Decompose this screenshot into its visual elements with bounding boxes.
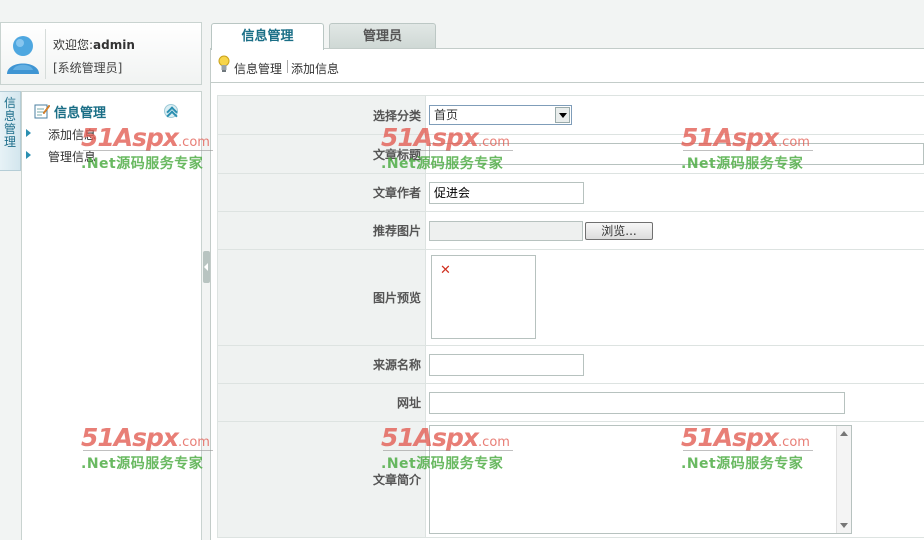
summary-textarea[interactable] (429, 425, 852, 534)
scroll-down-icon[interactable] (840, 523, 848, 528)
user-panel: 欢迎您:admin [系统管理员] (0, 22, 202, 85)
arrow-right-icon (26, 129, 31, 137)
user-role: [系统管理员] (53, 61, 123, 75)
side-tab-info-management[interactable]: 信息管理 (0, 91, 21, 171)
arrow-right-icon (26, 151, 31, 159)
preview-label: 图片预览 (217, 249, 426, 346)
side-tab-label: 信息管理 (4, 96, 17, 149)
user-avatar-icon (7, 36, 39, 74)
collapse-sidebar-handle[interactable] (203, 251, 210, 283)
url-label: 网址 (217, 383, 426, 422)
category-label: 选择分类 (217, 95, 426, 135)
category-select[interactable]: 首页 (429, 105, 572, 125)
tab-info-management[interactable]: 信息管理 (211, 23, 324, 50)
image-file-field[interactable] (429, 220, 583, 241)
tab-administrators[interactable]: 管理员 (329, 23, 436, 49)
info-form: 选择分类 首页 文章标题 文章作者 促进会 推荐图片 浏览... 图片预览 ✕ … (217, 95, 924, 538)
toolbar-link-add-info[interactable]: 添加信息 (291, 60, 339, 77)
summary-scrollbar[interactable] (836, 426, 851, 533)
title-label: 文章标题 (217, 134, 426, 174)
menu-title: 信息管理 (54, 106, 107, 121)
source-input[interactable] (429, 353, 584, 376)
welcome-prefix: 欢迎您: (53, 38, 94, 52)
toolbar-separator (287, 60, 288, 73)
form-row-title: 文章标题 (217, 134, 924, 174)
user-divider (45, 29, 46, 79)
main-content: 选择分类 首页 文章标题 文章作者 促进会 推荐图片 浏览... 图片预览 ✕ … (210, 83, 924, 540)
broken-image-icon: ✕ (440, 263, 451, 278)
edit-document-icon (34, 104, 50, 119)
menu-header: 信息管理 (32, 101, 182, 121)
author-label: 文章作者 (217, 173, 426, 212)
image-label: 推荐图片 (217, 211, 426, 250)
source-label: 来源名称 (217, 345, 426, 384)
scroll-up-icon[interactable] (840, 431, 848, 436)
toolbar: 信息管理 添加信息 (210, 48, 924, 83)
lightbulb-icon (218, 55, 230, 72)
panel-splitter (203, 91, 210, 540)
app-root: 欢迎您:admin [系统管理员] 信息管理 管理员 信息管理 添加信息 信息管… (0, 0, 924, 540)
welcome-text: 欢迎您:admin (53, 36, 135, 53)
form-row-author: 文章作者 (217, 173, 924, 212)
title-input[interactable] (429, 143, 924, 165)
browse-button[interactable]: 浏览... (585, 221, 653, 240)
summary-label: 文章简介 (217, 421, 426, 538)
image-preview: ✕ (431, 255, 536, 339)
toolbar-link-info-management[interactable]: 信息管理 (234, 60, 282, 77)
sidebar-item-label: 管理信息 (48, 150, 97, 164)
username: admin (93, 38, 135, 52)
form-row-preview: 图片预览 ✕ (217, 249, 924, 346)
form-row-summary: 文章简介 (217, 421, 924, 538)
collapse-up-icon[interactable] (164, 104, 178, 118)
form-row-source: 来源名称 (217, 345, 924, 384)
sidebar-menu: 信息管理 添加信息 管理信息 (21, 91, 202, 540)
form-row-image: 推荐图片 浏览... (217, 211, 924, 250)
author-input[interactable] (429, 181, 584, 204)
form-row-category: 选择分类 首页 (217, 95, 924, 135)
sidebar-item-label: 添加信息 (48, 128, 97, 142)
form-row-url: 网址 (217, 383, 924, 422)
url-input[interactable] (429, 391, 845, 414)
category-selected-value: 首页 (434, 108, 459, 122)
dropdown-arrow-icon (555, 107, 570, 123)
